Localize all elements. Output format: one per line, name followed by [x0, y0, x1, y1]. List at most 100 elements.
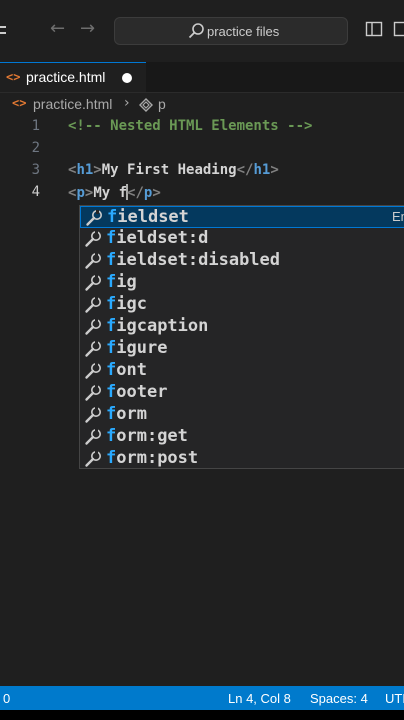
- suggestion-rest: orm:post: [116, 448, 199, 468]
- code-line: 1 <!-- Nested HTML Elements -->: [0, 116, 404, 138]
- snippet-wrench-icon: [86, 210, 102, 226]
- snippet-wrench-icon: [85, 253, 101, 269]
- suggestion-rest: igc: [116, 294, 147, 314]
- suggestion-label: font: [106, 360, 147, 380]
- suggestion-item[interactable]: font: [80, 360, 404, 382]
- suggestion-label: fieldset:d: [106, 228, 208, 248]
- suggestion-match: f: [106, 426, 117, 446]
- suggestion-match: f: [106, 316, 117, 336]
- code-p-element: <p>My f</p>: [68, 184, 161, 201]
- menu-icon-bar: [0, 32, 6, 34]
- unsaved-dot-icon[interactable]: [122, 73, 132, 83]
- tag-bracket: </: [236, 162, 254, 178]
- toggle-panel-icon[interactable]: [393, 20, 404, 38]
- suggestion-rest: ieldset: [117, 207, 189, 227]
- suggestion-item[interactable]: form:post: [80, 448, 404, 470]
- snippet-wrench-icon: [85, 341, 101, 357]
- code-line: 4 <p>My f</p>: [0, 182, 404, 204]
- suggestion-label: fieldset: [107, 207, 189, 227]
- title-bar: ← → practice files: [0, 0, 404, 63]
- snippet-wrench-icon: [85, 407, 101, 423]
- suggestion-rest: ig: [116, 272, 137, 292]
- tag-name: h1: [253, 162, 271, 178]
- snippet-wrench-icon: [85, 319, 101, 335]
- indentation[interactable]: Spaces: 4: [310, 691, 368, 706]
- suggestion-rest: ieldset:disabled: [116, 250, 281, 270]
- suggestion-item[interactable]: figcaption: [80, 316, 404, 338]
- tag-bracket: </: [127, 185, 144, 201]
- tag-bracket: >: [93, 162, 102, 178]
- snippet-wrench-icon: [85, 363, 101, 379]
- search-text: practice files: [207, 24, 280, 39]
- snippet-wrench-icon: [85, 385, 101, 401]
- suggestion-item[interactable]: fieldset:disabled: [80, 250, 404, 272]
- suggestion-match: f: [107, 207, 118, 227]
- snippet-wrench-icon: [85, 451, 101, 467]
- toggle-sidebar-icon[interactable]: [365, 20, 383, 38]
- snippet-wrench-icon: [85, 297, 101, 313]
- suggestion-label: form:post: [106, 448, 198, 468]
- element-text: My f: [93, 185, 128, 201]
- suggestion-label: figcaption: [106, 316, 208, 336]
- snippet-wrench-icon: [85, 429, 101, 445]
- tag-name: p: [76, 185, 85, 201]
- encoding[interactable]: UTF: [385, 691, 404, 706]
- suggestion-match: f: [106, 448, 117, 468]
- problems-count[interactable]: 0: [3, 691, 10, 706]
- suggestion-match: f: [106, 382, 117, 402]
- suggestion-item[interactable]: fieldset:d: [80, 228, 404, 250]
- suggestion-rest: ont: [116, 360, 147, 380]
- back-arrow-icon[interactable]: ←: [50, 18, 65, 39]
- search-icon: [188, 23, 204, 39]
- tag-bracket: >: [270, 162, 279, 178]
- tag-name: h1: [76, 162, 94, 178]
- command-center-search[interactable]: practice files: [114, 17, 348, 45]
- suggestion-item[interactable]: figc: [80, 294, 404, 316]
- suggestion-match: f: [106, 360, 117, 380]
- line-number: 4: [31, 184, 40, 200]
- suggestion-label: figc: [106, 294, 147, 314]
- breadcrumb-symbol[interactable]: p: [158, 96, 166, 112]
- suggestion-match: f: [106, 294, 117, 314]
- tag-bracket: >: [152, 185, 161, 201]
- suggestion-item[interactable]: form:get: [80, 426, 404, 448]
- suggestion-label: form:get: [106, 426, 188, 446]
- suggestion-rest: igcaption: [116, 316, 209, 336]
- suggestion-label: fieldset:disabled: [106, 250, 280, 270]
- editor-tab-bar: <> practice.html: [0, 62, 404, 93]
- suggestion-match: f: [106, 250, 117, 270]
- snippet-wrench-icon: [85, 275, 101, 291]
- suggestion-label: fig: [106, 272, 137, 292]
- suggestion-label: footer: [106, 382, 167, 402]
- forward-arrow-icon[interactable]: →: [80, 18, 95, 39]
- suggestion-item[interactable]: form: [80, 404, 404, 426]
- code-h1-element: <h1>My First Heading</h1>: [68, 162, 279, 178]
- suggestion-item[interactable]: figure: [80, 338, 404, 360]
- tab-practice-html[interactable]: <> practice.html: [0, 62, 146, 92]
- suggestion-match: f: [106, 404, 117, 424]
- cursor-position[interactable]: Ln 4, Col 8: [228, 691, 291, 706]
- breadcrumb-file[interactable]: practice.html: [33, 96, 112, 112]
- line-number: 1: [31, 118, 40, 134]
- html-file-icon: <>: [12, 96, 27, 110]
- line-number: 3: [31, 162, 40, 178]
- suggestion-label: figure: [106, 338, 167, 358]
- symbol-element-icon: [139, 98, 153, 112]
- bottom-strip: [0, 710, 404, 720]
- menu-icon[interactable]: [0, 26, 6, 28]
- suggestion-item[interactable]: fig: [80, 272, 404, 294]
- suggestion-item[interactable]: footer: [80, 382, 404, 404]
- suggestion-rest: ieldset:d: [116, 228, 209, 248]
- code-comment: <!-- Nested HTML Elements -->: [68, 118, 313, 134]
- code-line: 2: [0, 138, 404, 160]
- line-number: 2: [31, 140, 40, 156]
- suggestion-rest: igure: [116, 338, 168, 358]
- code-line: 3 <h1>My First Heading</h1>: [0, 160, 404, 223]
- suggestion-item[interactable]: fieldset Em: [80, 206, 404, 228]
- element-text: My First Heading: [101, 162, 237, 178]
- suggestion-match: f: [106, 228, 117, 248]
- breadcrumb-separator: ›: [124, 95, 130, 111]
- suggestion-rest: ooter: [116, 382, 168, 402]
- suggestion-match: f: [106, 338, 117, 358]
- breadcrumb: <> practice.html › p: [0, 92, 404, 116]
